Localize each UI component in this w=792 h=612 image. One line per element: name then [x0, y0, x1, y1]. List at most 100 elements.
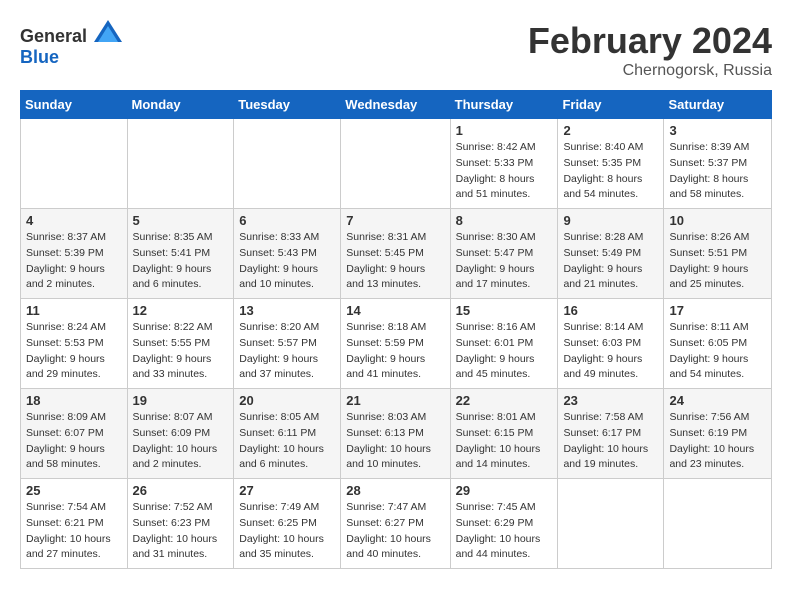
day-info: Sunrise: 8:07 AM Sunset: 6:09 PM Dayligh… — [133, 410, 229, 473]
day-info: Sunrise: 7:54 AM Sunset: 6:21 PM Dayligh… — [26, 500, 122, 563]
month-title: February 2024 — [528, 20, 772, 62]
logo-general: General — [20, 26, 87, 46]
day-number: 6 — [239, 213, 335, 228]
calendar-cell: 4 Sunrise: 8:37 AM Sunset: 5:39 PM Daylig… — [21, 209, 128, 299]
calendar-cell: 15 Sunrise: 8:16 AM Sunset: 6:01 PM Dayli… — [450, 299, 558, 389]
day-info: Sunrise: 8:18 AM Sunset: 5:59 PM Dayligh… — [346, 320, 444, 383]
day-info: Sunrise: 8:40 AM Sunset: 5:35 PM Dayligh… — [563, 140, 658, 203]
day-number: 29 — [456, 483, 553, 498]
day-number: 24 — [669, 393, 766, 408]
calendar-cell: 20 Sunrise: 8:05 AM Sunset: 6:11 PM Dayli… — [234, 389, 341, 479]
day-number: 10 — [669, 213, 766, 228]
day-info: Sunrise: 8:30 AM Sunset: 5:47 PM Dayligh… — [456, 230, 553, 293]
week-row-2: 4 Sunrise: 8:37 AM Sunset: 5:39 PM Daylig… — [21, 209, 772, 299]
day-number: 14 — [346, 303, 444, 318]
day-info: Sunrise: 7:49 AM Sunset: 6:25 PM Dayligh… — [239, 500, 335, 563]
day-number: 5 — [133, 213, 229, 228]
weekday-header-thursday: Thursday — [450, 91, 558, 119]
week-row-1: 1 Sunrise: 8:42 AM Sunset: 5:33 PM Daylig… — [21, 119, 772, 209]
day-info: Sunrise: 8:16 AM Sunset: 6:01 PM Dayligh… — [456, 320, 553, 383]
day-number: 4 — [26, 213, 122, 228]
day-info: Sunrise: 8:39 AM Sunset: 5:37 PM Dayligh… — [669, 140, 766, 203]
day-info: Sunrise: 8:26 AM Sunset: 5:51 PM Dayligh… — [669, 230, 766, 293]
calendar-cell: 14 Sunrise: 8:18 AM Sunset: 5:59 PM Dayli… — [341, 299, 450, 389]
location-title: Chernogorsk, Russia — [528, 62, 772, 80]
calendar-cell: 19 Sunrise: 8:07 AM Sunset: 6:09 PM Dayli… — [127, 389, 234, 479]
calendar-cell — [341, 119, 450, 209]
weekday-header-monday: Monday — [127, 91, 234, 119]
weekday-header-friday: Friday — [558, 91, 664, 119]
calendar-table: SundayMondayTuesdayWednesdayThursdayFrid… — [20, 90, 772, 569]
calendar-cell: 10 Sunrise: 8:26 AM Sunset: 5:51 PM Dayli… — [664, 209, 772, 299]
day-number: 9 — [563, 213, 658, 228]
week-row-5: 25 Sunrise: 7:54 AM Sunset: 6:21 PM Dayli… — [21, 479, 772, 569]
day-info: Sunrise: 8:28 AM Sunset: 5:49 PM Dayligh… — [563, 230, 658, 293]
day-number: 26 — [133, 483, 229, 498]
calendar-cell: 2 Sunrise: 8:40 AM Sunset: 5:35 PM Daylig… — [558, 119, 664, 209]
day-number: 19 — [133, 393, 229, 408]
calendar-cell — [127, 119, 234, 209]
day-number: 2 — [563, 123, 658, 138]
day-info: Sunrise: 8:20 AM Sunset: 5:57 PM Dayligh… — [239, 320, 335, 383]
calendar-cell: 22Sunrise: 8:01 AM Sunset: 6:15 PM Dayli… — [450, 389, 558, 479]
day-info: Sunrise: 7:56 AM Sunset: 6:19 PM Dayligh… — [669, 410, 766, 473]
day-info: Sunrise: 8:24 AM Sunset: 5:53 PM Dayligh… — [26, 320, 122, 383]
calendar-cell: 3 Sunrise: 8:39 AM Sunset: 5:37 PM Daylig… — [664, 119, 772, 209]
calendar-cell: 7Sunrise: 8:31 AM Sunset: 5:45 PM Daylig… — [341, 209, 450, 299]
day-info: Sunrise: 8:37 AM Sunset: 5:39 PM Dayligh… — [26, 230, 122, 293]
calendar-cell: 26Sunrise: 7:52 AM Sunset: 6:23 PM Dayli… — [127, 479, 234, 569]
day-number: 12 — [133, 303, 229, 318]
day-info: Sunrise: 8:11 AM Sunset: 6:05 PM Dayligh… — [669, 320, 766, 383]
logo-text: General Blue — [20, 20, 122, 68]
day-number: 27 — [239, 483, 335, 498]
calendar-cell: 13 Sunrise: 8:20 AM Sunset: 5:57 PM Dayli… — [234, 299, 341, 389]
day-info: Sunrise: 7:45 AM Sunset: 6:29 PM Dayligh… — [456, 500, 553, 563]
day-info: Sunrise: 8:09 AM Sunset: 6:07 PM Dayligh… — [26, 410, 122, 473]
day-number: 11 — [26, 303, 122, 318]
day-info: Sunrise: 8:31 AM Sunset: 5:45 PM Dayligh… — [346, 230, 444, 293]
day-number: 13 — [239, 303, 335, 318]
calendar-cell: 6 Sunrise: 8:33 AM Sunset: 5:43 PM Daylig… — [234, 209, 341, 299]
calendar-cell: 12 Sunrise: 8:22 AM Sunset: 5:55 PM Dayli… — [127, 299, 234, 389]
day-info: Sunrise: 8:33 AM Sunset: 5:43 PM Dayligh… — [239, 230, 335, 293]
day-number: 20 — [239, 393, 335, 408]
day-number: 25 — [26, 483, 122, 498]
calendar-cell: 18Sunrise: 8:09 AM Sunset: 6:07 PM Dayli… — [21, 389, 128, 479]
calendar-cell: 29 Sunrise: 7:45 AM Sunset: 6:29 PM Dayli… — [450, 479, 558, 569]
week-row-3: 11 Sunrise: 8:24 AM Sunset: 5:53 PM Dayli… — [21, 299, 772, 389]
day-number: 16 — [563, 303, 658, 318]
calendar-cell: 11 Sunrise: 8:24 AM Sunset: 5:53 PM Dayli… — [21, 299, 128, 389]
logo-blue: Blue — [20, 47, 59, 67]
day-info: Sunrise: 8:22 AM Sunset: 5:55 PM Dayligh… — [133, 320, 229, 383]
calendar-cell — [21, 119, 128, 209]
weekday-header-row: SundayMondayTuesdayWednesdayThursdayFrid… — [21, 91, 772, 119]
day-number: 15 — [456, 303, 553, 318]
weekday-header-tuesday: Tuesday — [234, 91, 341, 119]
calendar-cell: 27 Sunrise: 7:49 AM Sunset: 6:25 PM Dayli… — [234, 479, 341, 569]
day-info: Sunrise: 8:05 AM Sunset: 6:11 PM Dayligh… — [239, 410, 335, 473]
day-info: Sunrise: 7:47 AM Sunset: 6:27 PM Dayligh… — [346, 500, 444, 563]
week-row-4: 18Sunrise: 8:09 AM Sunset: 6:07 PM Dayli… — [21, 389, 772, 479]
day-info: Sunrise: 8:42 AM Sunset: 5:33 PM Dayligh… — [456, 140, 553, 203]
calendar-cell: 24 Sunrise: 7:56 AM Sunset: 6:19 PM Dayli… — [664, 389, 772, 479]
day-number: 8 — [456, 213, 553, 228]
weekday-header-saturday: Saturday — [664, 91, 772, 119]
day-info: Sunrise: 8:35 AM Sunset: 5:41 PM Dayligh… — [133, 230, 229, 293]
calendar-cell: 28Sunrise: 7:47 AM Sunset: 6:27 PM Dayli… — [341, 479, 450, 569]
day-number: 22 — [456, 393, 553, 408]
calendar-cell: 16 Sunrise: 8:14 AM Sunset: 6:03 PM Dayli… — [558, 299, 664, 389]
day-number: 3 — [669, 123, 766, 138]
calendar-cell — [234, 119, 341, 209]
day-info: Sunrise: 8:14 AM Sunset: 6:03 PM Dayligh… — [563, 320, 658, 383]
title-block: February 2024 Chernogorsk, Russia — [528, 20, 772, 80]
calendar-cell: 21Sunrise: 8:03 AM Sunset: 6:13 PM Dayli… — [341, 389, 450, 479]
calendar-cell: 23Sunrise: 7:58 AM Sunset: 6:17 PM Dayli… — [558, 389, 664, 479]
day-number: 1 — [456, 123, 553, 138]
calendar-cell: 8 Sunrise: 8:30 AM Sunset: 5:47 PM Daylig… — [450, 209, 558, 299]
weekday-header-wednesday: Wednesday — [341, 91, 450, 119]
day-number: 23 — [563, 393, 658, 408]
day-info: Sunrise: 8:03 AM Sunset: 6:13 PM Dayligh… — [346, 410, 444, 473]
weekday-header-sunday: Sunday — [21, 91, 128, 119]
calendar-cell: 9 Sunrise: 8:28 AM Sunset: 5:49 PM Daylig… — [558, 209, 664, 299]
logo: General Blue — [20, 20, 122, 68]
